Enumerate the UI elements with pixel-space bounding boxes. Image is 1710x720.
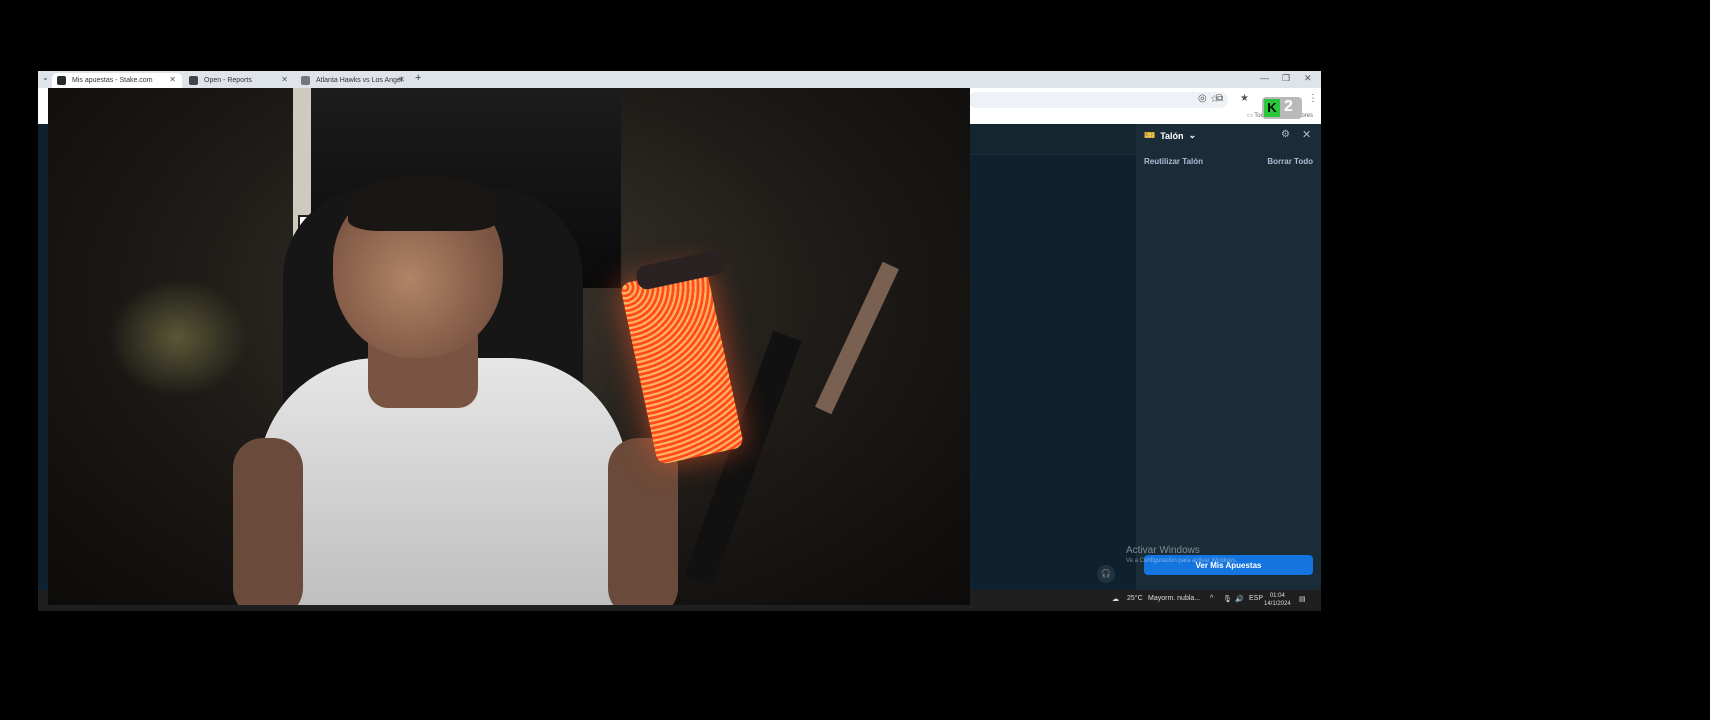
microphone-image <box>619 265 745 466</box>
volume-icon[interactable]: 🔊 <box>1235 595 1244 603</box>
menu-icon[interactable]: ⋮ <box>1308 93 1318 104</box>
tab-title: Atlanta Hawks vs Los Angel <box>316 77 403 84</box>
bookmark-star-icon[interactable]: ★ <box>1240 93 1249 104</box>
watermark-subtitle: Ve a Configuración para activar Windows. <box>1126 558 1238 564</box>
site-favicon-icon <box>301 76 310 85</box>
betslip-header[interactable]: 🎫 Talón ⌄ <box>1144 130 1196 141</box>
betslip-title: Talón <box>1160 130 1184 141</box>
weather-temp: 25°C <box>1127 595 1143 602</box>
weather-desc: Mayorm. nubla... <box>1148 595 1201 602</box>
close-tab-icon[interactable]: ✕ <box>169 75 176 84</box>
support-chat-icon[interactable]: 🎧 <box>1097 565 1115 583</box>
notifications-icon[interactable]: ▤ <box>1299 595 1306 603</box>
watermark-title: Activar Windows <box>1126 545 1200 556</box>
webcam-overlay <box>48 88 970 605</box>
boom-stand-image <box>815 261 899 415</box>
clock-time: 01:04 <box>1269 593 1285 599</box>
new-tab-button[interactable]: + <box>415 72 421 84</box>
activate-windows-watermark: Activar Windows Ve a Configuración para … <box>1126 545 1237 564</box>
stake-favicon-icon <box>57 76 66 85</box>
address-bar[interactable]: ☆ <box>968 92 1228 108</box>
betslip-icon: 🎫 <box>1144 130 1156 140</box>
gear-icon[interactable]: ⚙ <box>1281 129 1290 140</box>
mic-icon[interactable]: 🎙 <box>1223 595 1232 603</box>
tab-stake-bets[interactable]: Mis apuestas - Stake.com ✕ <box>52 73 182 88</box>
close-tab-icon[interactable]: ✕ <box>398 75 405 84</box>
k-logo: K <box>1264 99 1280 117</box>
system-clock[interactable]: 01:04 14/1/2024 <box>1264 592 1291 608</box>
tab-title: Open - Reports <box>204 77 252 84</box>
person-arm-image <box>233 438 303 605</box>
tab-search-icon[interactable]: ⌄ <box>42 73 49 82</box>
weather-icon[interactable]: ☁ <box>1112 595 1119 603</box>
lock-icon <box>189 76 198 85</box>
clear-all-button[interactable]: Borrar Todo <box>1267 157 1313 166</box>
tab-title: Mis apuestas - Stake.com <box>72 77 153 84</box>
language-indicator[interactable]: ESP <box>1249 595 1263 602</box>
close-window-icon[interactable]: ✕ <box>1304 73 1312 84</box>
close-tab-icon[interactable]: ✕ <box>281 75 288 84</box>
chevron-down-icon: ⌄ <box>1188 130 1197 140</box>
minimize-icon[interactable]: — <box>1260 73 1269 83</box>
k2-logo-overlay: K 2 <box>1262 97 1302 119</box>
clock-date: 14/1/2024 <box>1264 601 1291 607</box>
tab-strip: ⌄ Mis apuestas - Stake.com ✕ Open - Repo… <box>38 71 1321 88</box>
reuse-betslip-button[interactable]: Reutilizar Talón <box>1144 157 1203 166</box>
person-hair-image <box>348 176 498 231</box>
tray-chevron-icon[interactable]: ^ <box>1210 595 1213 602</box>
tab-hawks-game[interactable]: Atlanta Hawks vs Los Angel ✕ <box>296 73 411 88</box>
plant-image <box>108 278 248 398</box>
tab-reports[interactable]: Open - Reports ✕ <box>184 73 294 88</box>
puzzle-icon[interactable]: ⧉ <box>1216 93 1223 104</box>
betslip-panel: 🎫 Talón ⌄ ⚙ ✕ Reutilizar Talón Borrar To… <box>1136 124 1321 590</box>
extension-icon[interactable]: ◎ <box>1198 93 1207 104</box>
k2-number: 2 <box>1284 98 1293 115</box>
close-icon[interactable]: ✕ <box>1302 128 1311 141</box>
restore-icon[interactable]: ❐ <box>1282 73 1290 84</box>
